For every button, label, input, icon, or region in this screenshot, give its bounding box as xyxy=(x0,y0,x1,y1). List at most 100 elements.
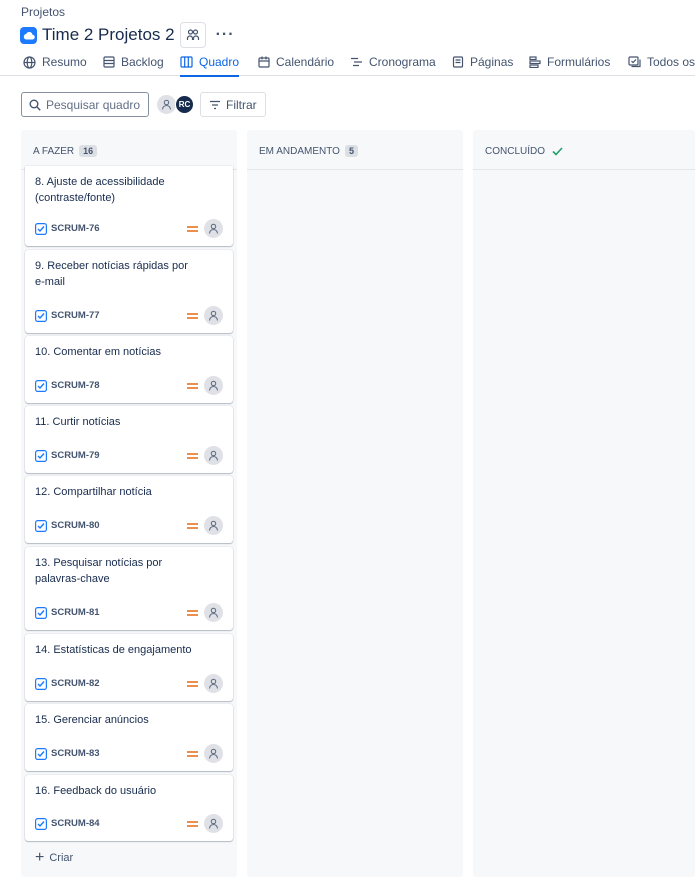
card-title: 14. Estatísticas de engajamento xyxy=(35,644,192,656)
assignee-avatar[interactable] xyxy=(204,603,223,622)
unassigned-avatar[interactable] xyxy=(157,95,176,114)
form-icon xyxy=(529,56,541,68)
issue-count-badge: 16 xyxy=(79,145,98,157)
tab-quadro[interactable]: Quadro xyxy=(180,55,240,77)
priority-medium-icon xyxy=(187,382,198,389)
card-footer: SCRUM-84 xyxy=(35,814,223,833)
tab-paginas[interactable]: Páginas xyxy=(452,55,513,76)
assignee-avatar[interactable] xyxy=(204,744,223,763)
assignee-avatar[interactable] xyxy=(204,674,223,693)
cloud-project-icon xyxy=(20,26,37,44)
create-label: Criar xyxy=(49,852,74,864)
user-icon xyxy=(208,607,219,618)
issue-card[interactable]: 14. Estatísticas de engajamento SCRUM-82 xyxy=(25,634,233,701)
issue-key[interactable]: SCRUM-81 xyxy=(51,607,100,618)
story-checkbox-icon xyxy=(35,222,47,235)
issue-card[interactable]: 13. Pesquisar notícias por palavras-chav… xyxy=(25,547,233,630)
user-icon xyxy=(208,223,219,234)
priority-medium-icon xyxy=(187,609,198,616)
calendar-icon xyxy=(258,56,270,68)
issue-count-badge: 5 xyxy=(344,145,358,157)
user-icon xyxy=(208,818,219,829)
tab-cronograma[interactable]: Cronograma xyxy=(350,55,436,76)
card-title: 15. Gerenciar anúncios xyxy=(35,714,149,726)
search-box[interactable] xyxy=(21,92,149,117)
card-title: 16. Feedback do usuário xyxy=(35,785,157,797)
breadcrumb[interactable]: Projetos xyxy=(21,5,65,19)
team-button[interactable] xyxy=(179,22,206,48)
check-icon xyxy=(552,146,563,156)
board-icon xyxy=(180,56,193,68)
more-actions-icon[interactable]: ··· xyxy=(216,26,235,44)
card-title: 12. Compartilhar notícia xyxy=(35,486,152,498)
card-footer: SCRUM-80 xyxy=(35,516,223,535)
project-header: Time 2 Projetos 2 ··· xyxy=(20,22,235,48)
assignee-avatar[interactable] xyxy=(204,814,223,833)
card-footer: SCRUM-82 xyxy=(35,674,223,693)
issue-key[interactable]: SCRUM-83 xyxy=(51,748,100,759)
page-title: Time 2 Projetos 2 xyxy=(42,25,175,44)
assignee-avatar[interactable] xyxy=(204,306,223,325)
card-title: 10. Comentar em notícias xyxy=(35,346,161,358)
user-icon xyxy=(208,380,219,391)
tab-label: Páginas xyxy=(470,55,514,69)
project-nav-tabs: Resumo Backlog Quadro Calendário Cronogr… xyxy=(0,51,695,77)
card-footer: SCRUM-81 xyxy=(35,603,223,622)
issue-card[interactable]: 8. Ajuste de acessibilidade (contraste/f… xyxy=(25,166,233,246)
assignee-avatar[interactable] xyxy=(204,376,223,395)
assignee-avatar[interactable] xyxy=(204,219,223,238)
user-icon xyxy=(208,678,219,689)
issue-card[interactable]: 10. Comentar em notícias SCRUM-78 xyxy=(25,336,233,403)
issue-card[interactable]: 12. Compartilhar notícia SCRUM-80 xyxy=(25,476,233,543)
assignee-avatar[interactable] xyxy=(204,446,223,465)
priority-medium-icon xyxy=(187,312,198,319)
priority-medium-icon xyxy=(187,680,198,687)
issue-key[interactable]: SCRUM-79 xyxy=(51,450,100,461)
issue-key[interactable]: SCRUM-80 xyxy=(51,520,100,531)
filter-button[interactable]: Filtrar xyxy=(200,92,266,117)
card-footer: SCRUM-77 xyxy=(35,306,223,325)
tab-backlog[interactable]: Backlog xyxy=(103,55,164,76)
page-icon xyxy=(452,56,464,68)
tab-resumo[interactable]: Resumo xyxy=(23,55,87,76)
story-checkbox-icon xyxy=(35,309,47,322)
tab-formularios[interactable]: Formulários xyxy=(529,55,610,76)
issue-card[interactable]: 9. Receber notícias rápidas por e-mail SC… xyxy=(25,250,233,333)
priority-medium-icon xyxy=(187,225,198,232)
story-checkbox-icon xyxy=(35,606,47,619)
tab-label: Quadro xyxy=(199,55,240,69)
issue-key[interactable]: SCRUM-76 xyxy=(51,223,100,234)
issue-card[interactable]: 16. Feedback do usuário SCRUM-84 xyxy=(25,775,233,841)
issues-icon xyxy=(628,56,641,68)
filter-label: Filtrar xyxy=(226,97,257,112)
column-title: A FAZER xyxy=(33,145,75,157)
user-icon xyxy=(208,450,219,461)
issue-key[interactable]: SCRUM-84 xyxy=(51,818,100,829)
search-input[interactable] xyxy=(46,97,146,112)
plus-icon: + xyxy=(35,849,45,866)
issue-key[interactable]: SCRUM-77 xyxy=(51,310,100,321)
column-in-progress: EM ANDAMENTO 5 xyxy=(247,130,463,877)
issue-key[interactable]: SCRUM-82 xyxy=(51,678,100,689)
column-header[interactable]: A FAZER 16 xyxy=(33,144,98,158)
create-button[interactable]: + Criar xyxy=(35,849,74,866)
card-title: 11. Curtir notícias xyxy=(35,416,121,428)
priority-medium-icon xyxy=(187,750,198,757)
assignee-avatar[interactable] xyxy=(204,516,223,535)
issue-key[interactable]: SCRUM-78 xyxy=(51,380,100,391)
card-footer: SCRUM-76 xyxy=(35,219,223,238)
column-header[interactable]: CONCLUÍDO xyxy=(485,144,563,158)
timeline-icon xyxy=(351,57,362,67)
tab-calendario[interactable]: Calendário xyxy=(258,55,334,76)
user-icon xyxy=(208,520,219,531)
column-divider xyxy=(247,169,463,170)
tab-label: Todos os xyxy=(647,55,695,69)
tab-label: Formulários xyxy=(547,55,611,69)
avatar[interactable]: RC xyxy=(175,95,194,114)
tab-todos[interactable]: Todos os xyxy=(628,55,695,76)
issue-card[interactable]: 11. Curtir notícias SCRUM-79 xyxy=(25,406,233,473)
user-icon xyxy=(208,748,219,759)
column-header[interactable]: EM ANDAMENTO 5 xyxy=(259,144,358,158)
issue-card[interactable]: 15. Gerenciar anúncios SCRUM-83 xyxy=(25,704,233,771)
story-checkbox-icon xyxy=(35,519,47,532)
